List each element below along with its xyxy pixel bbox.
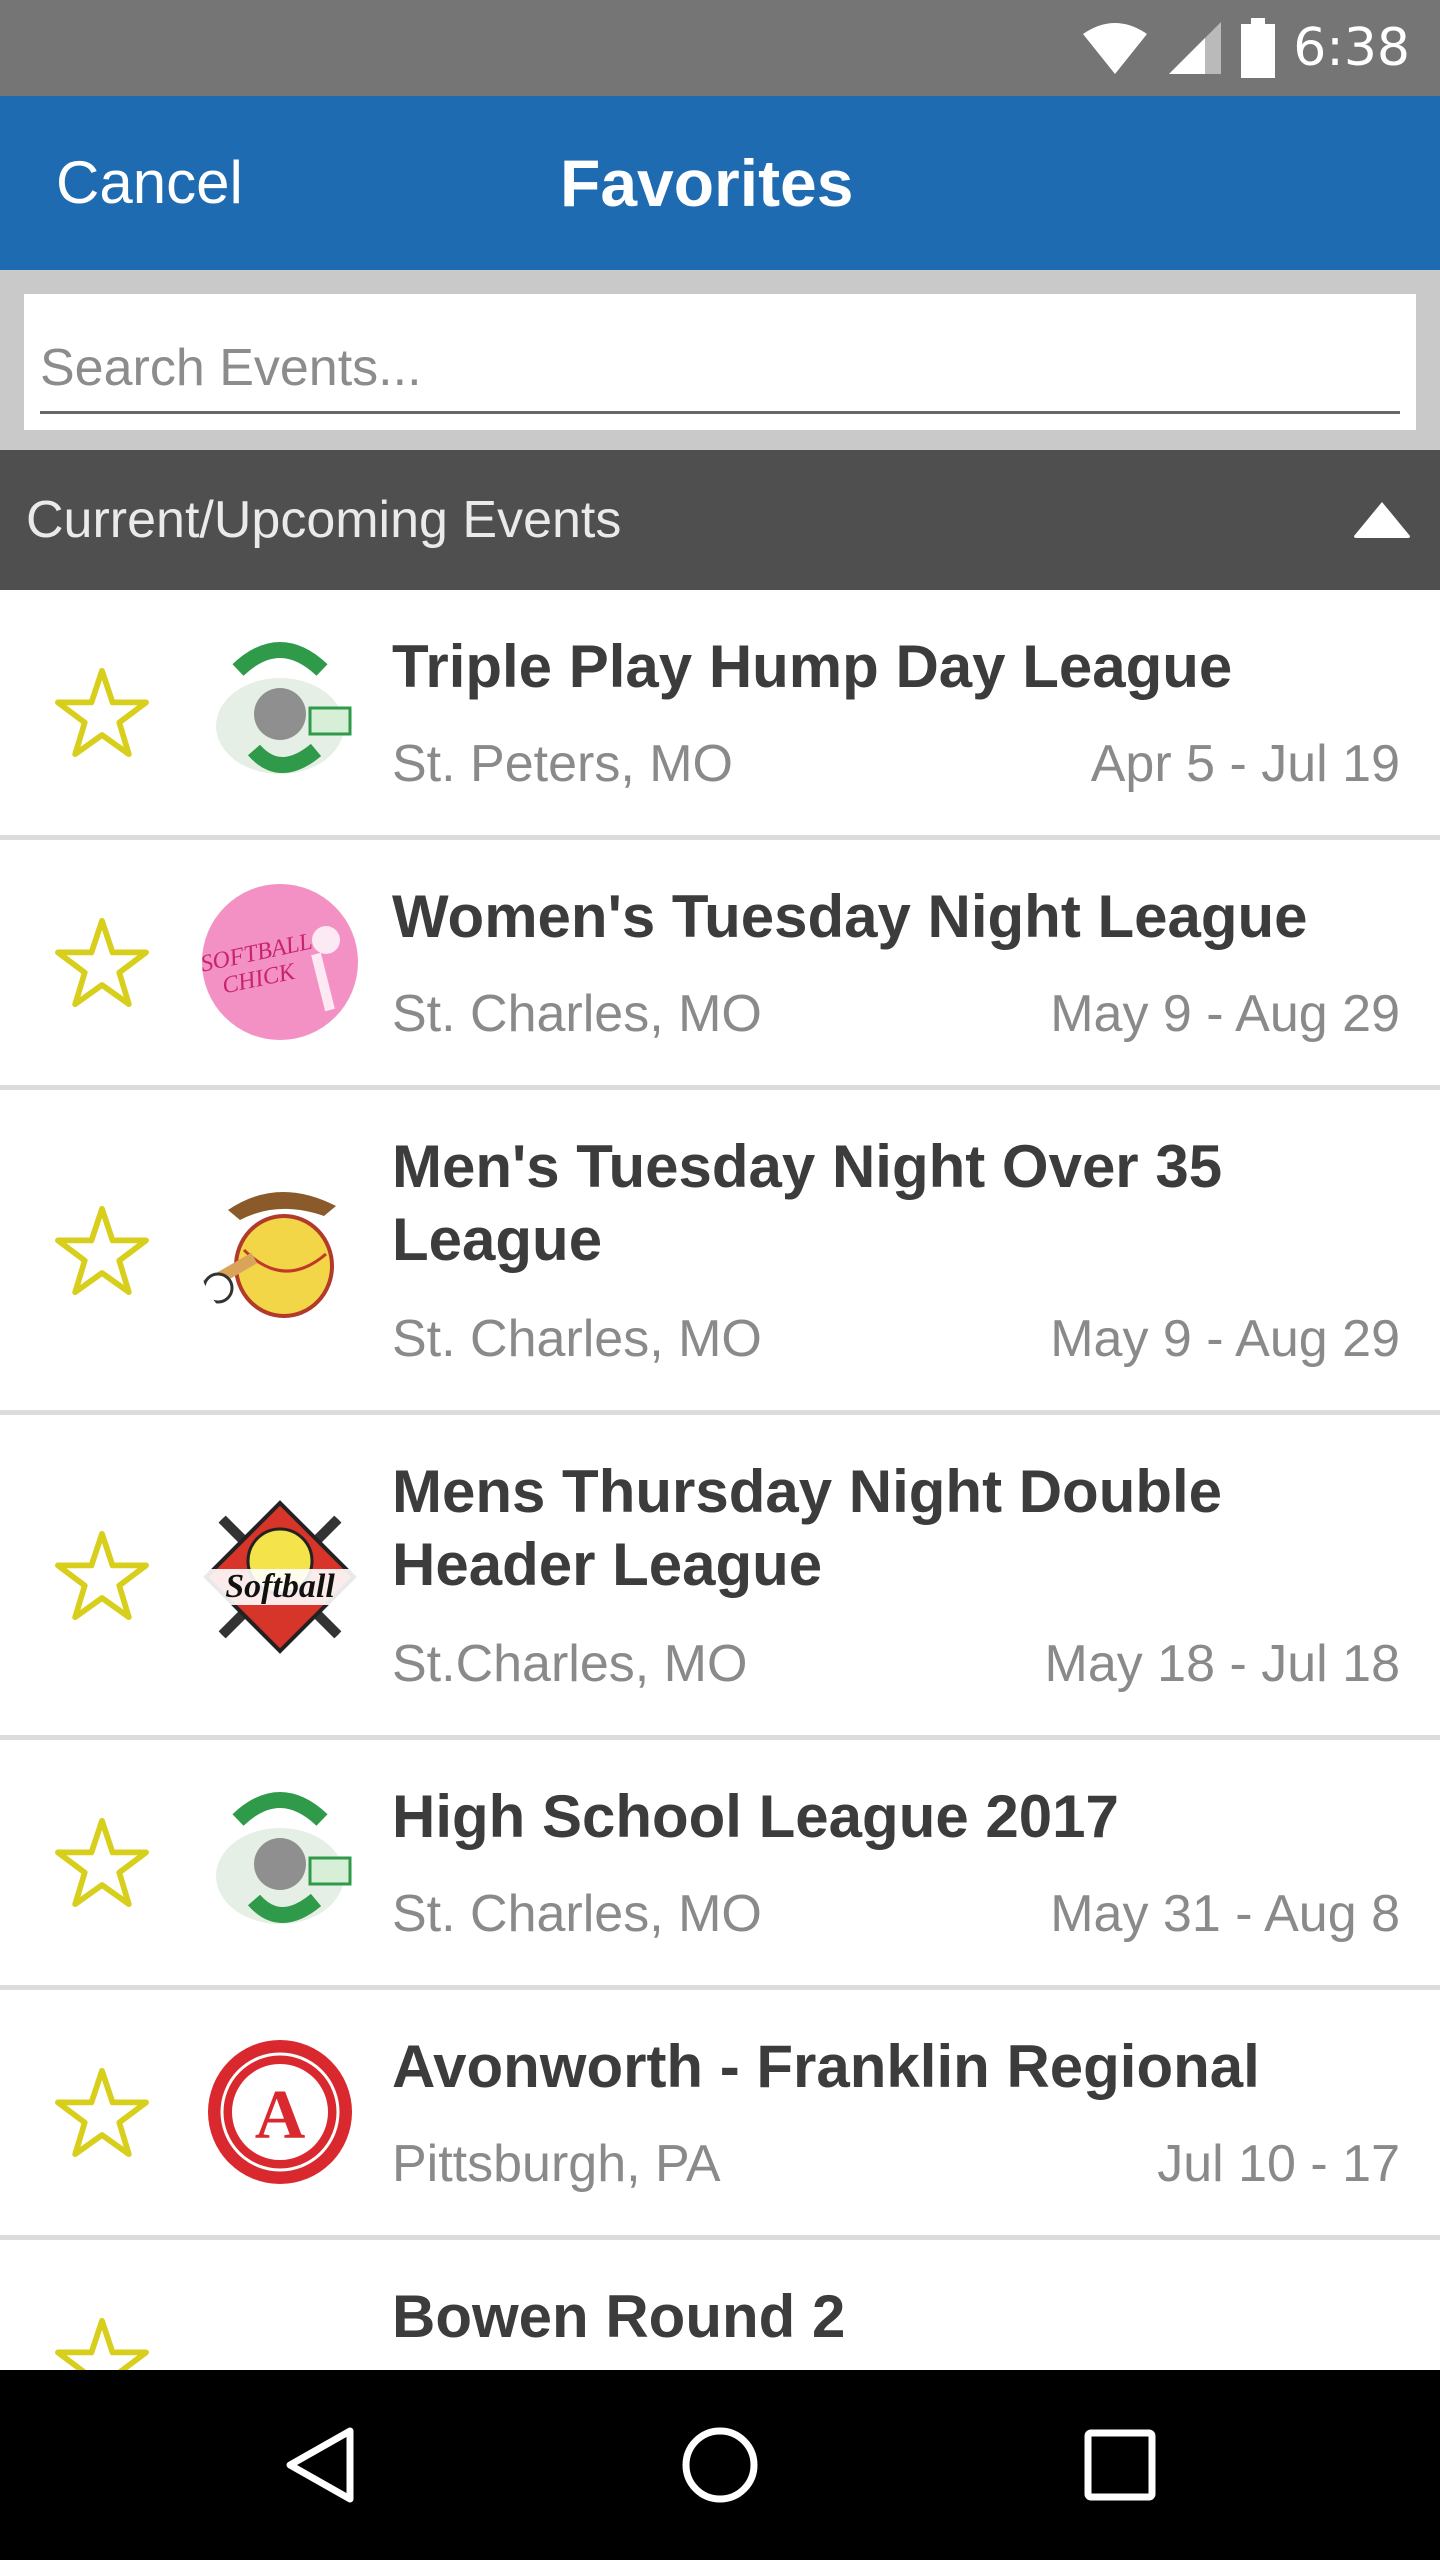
event-row[interactable]: Bowen Round 2	[0, 2240, 1440, 2370]
star-icon[interactable]	[54, 2316, 150, 2370]
logo-letter: A	[255, 2077, 306, 2154]
event-dates: May 9 - Aug 29	[1050, 1310, 1400, 1368]
section-header[interactable]: Current/Upcoming Events	[0, 450, 1440, 590]
event-name: Avonworth - Franklin Regional	[392, 2033, 1260, 2100]
cancel-button[interactable]: Cancel	[56, 96, 243, 270]
star-icon[interactable]	[54, 1816, 150, 1908]
event-name: High School League 2017	[392, 1783, 1119, 1850]
event-dates: Apr 5 - Jul 19	[1090, 735, 1400, 793]
event-dates: May 31 - Aug 8	[1050, 1885, 1400, 1943]
event-name: Triple Play Hump Day League	[392, 633, 1233, 700]
wifi-icon	[1083, 23, 1148, 74]
event-location: St. Charles, MO	[392, 985, 762, 1043]
star-icon[interactable]	[54, 666, 150, 758]
recents-icon[interactable]	[1070, 2415, 1170, 2515]
event-row[interactable]: Men's Tuesday Night Over 35 League St. C…	[0, 1090, 1440, 1415]
event-dates: Jul 10 - 17	[1157, 2135, 1400, 2193]
event-location: St.Charles, MO	[392, 1635, 748, 1693]
event-row[interactable]: A Avonworth - Franklin Regional Pittsbur…	[0, 1990, 1440, 2240]
svg-text:Softball: Softball	[225, 1568, 335, 1605]
search-bar	[0, 270, 1440, 450]
event-logo: A	[208, 2040, 352, 2184]
event-logo: SOFTBALL CHICK	[198, 884, 358, 1040]
event-location: St. Charles, MO	[392, 1310, 762, 1368]
section-title: Current/Upcoming Events	[26, 491, 622, 549]
event-location: St. Charles, MO	[392, 1885, 762, 1943]
event-name: Mens Thursday Night Double Header League	[392, 1458, 1223, 1598]
status-time: 6:38	[1293, 18, 1410, 78]
event-location: Pittsburgh, PA	[392, 2135, 721, 2193]
status-bar: 6:38	[0, 0, 1440, 96]
event-logo	[198, 630, 362, 794]
search-box	[24, 294, 1416, 430]
event-name: Bowen Round 2	[392, 2283, 846, 2350]
search-input[interactable]	[40, 324, 1400, 414]
event-logo: Softball	[198, 1495, 362, 1659]
event-row[interactable]: SOFTBALL CHICK Women's Tuesday Night Lea…	[0, 840, 1440, 1090]
back-icon[interactable]	[272, 2415, 372, 2515]
event-dates: May 9 - Aug 29	[1050, 985, 1400, 1043]
star-icon[interactable]	[54, 1529, 150, 1621]
star-icon[interactable]	[54, 1204, 150, 1296]
star-icon[interactable]	[54, 916, 150, 1008]
event-dates: May 18 - Jul 18	[1044, 1635, 1401, 1693]
event-row[interactable]: Softball Mens Thursday Night Double Head…	[0, 1415, 1440, 1740]
event-logo	[198, 1780, 362, 1944]
navigation-bar	[0, 2370, 1440, 2560]
event-list: Triple Play Hump Day League St. Peters, …	[0, 590, 1440, 2370]
page-title: Favorites	[560, 146, 854, 220]
event-location: St. Peters, MO	[392, 735, 733, 793]
status-icons: 6:38	[1081, 18, 1410, 78]
event-logo	[198, 1170, 362, 1334]
battery-icon	[1241, 18, 1276, 78]
event-row[interactable]: High School League 2017 St. Charles, MO …	[0, 1740, 1440, 1990]
collapse-up-icon[interactable]	[1352, 498, 1412, 542]
star-icon[interactable]	[54, 2066, 150, 2158]
event-name: Women's Tuesday Night League	[392, 883, 1308, 950]
home-icon[interactable]	[670, 2415, 770, 2515]
signal-icon	[1169, 22, 1222, 74]
event-name: Men's Tuesday Night Over 35 League	[392, 1133, 1223, 1273]
app-bar: Cancel Favorites	[0, 96, 1440, 270]
event-row[interactable]: Triple Play Hump Day League St. Peters, …	[0, 590, 1440, 840]
